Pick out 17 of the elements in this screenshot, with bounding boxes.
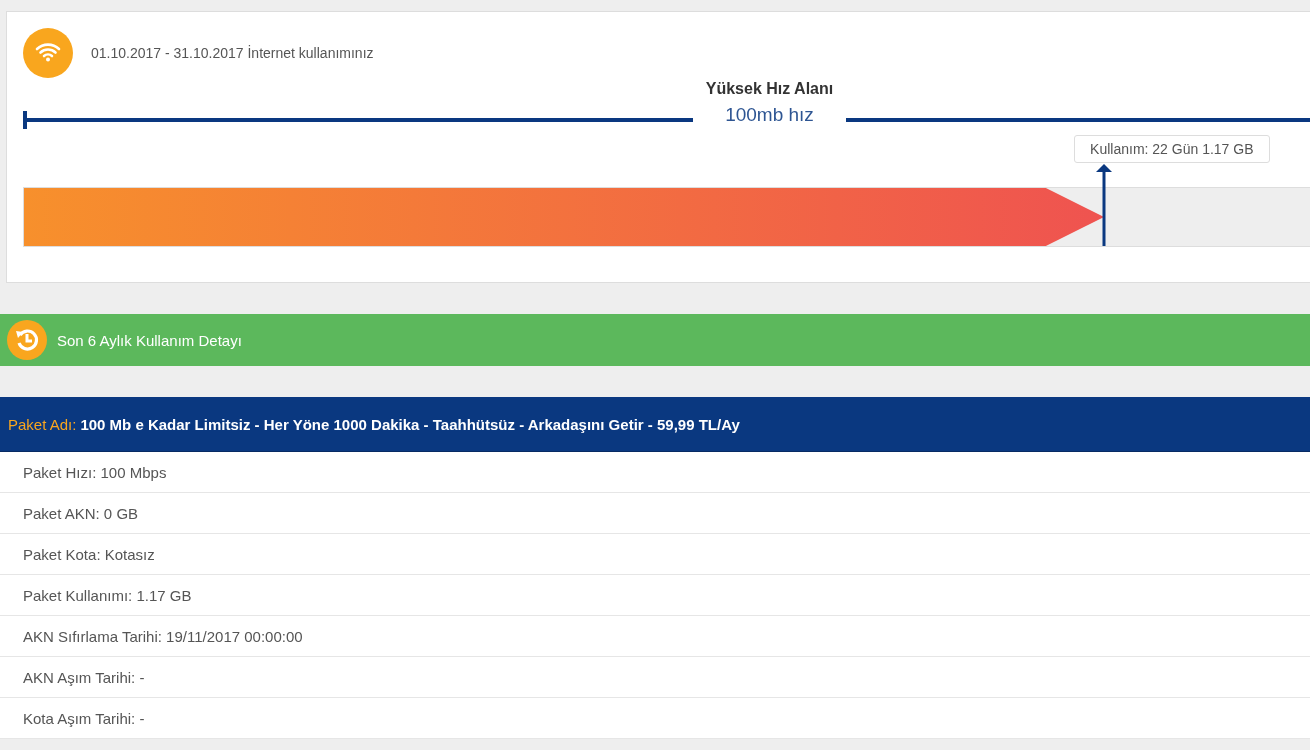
package-detail: Paket Kota: Kotasız — [0, 534, 1310, 575]
package-detail: Paket AKN: 0 GB — [0, 493, 1310, 534]
package-detail: AKN Sıfırlama Tarihi: 19/11/2017 00:00:00 — [0, 616, 1310, 657]
package-detail: Paket Kullanımı: 1.17 GB — [0, 575, 1310, 616]
package-detail: Kota Aşım Tarihi: - — [0, 698, 1310, 739]
usage-label: Kullanım: 22 Gün 1.17 GB — [1074, 135, 1270, 163]
zone-speed: 100mb hız — [725, 104, 814, 126]
wifi-icon — [23, 28, 73, 78]
package-label: Paket Adı: — [8, 415, 77, 433]
history-bar[interactable]: Son 6 Aylık Kullanım Detayı — [0, 314, 1310, 366]
history-icon — [7, 320, 47, 360]
package-name: 100 Mb e Kadar Limitsiz - Her Yöne 1000 Dakika - Taahhütsüz - Arkadaşını Getir - 59,99 TL/Ay — [80, 415, 740, 433]
zone-title: Yüksek Hız Alanı — [705, 80, 834, 98]
period-text: 01.10.2017 - 31.10.2017 İnternet kullanımınız — [91, 45, 374, 61]
package-detail: Paket Hızı: 100 Mbps — [0, 452, 1310, 493]
history-title: Son 6 Aylık Kullanım Detayı — [57, 331, 242, 349]
package-detail: AKN Aşım Tarihi: - — [0, 657, 1310, 698]
